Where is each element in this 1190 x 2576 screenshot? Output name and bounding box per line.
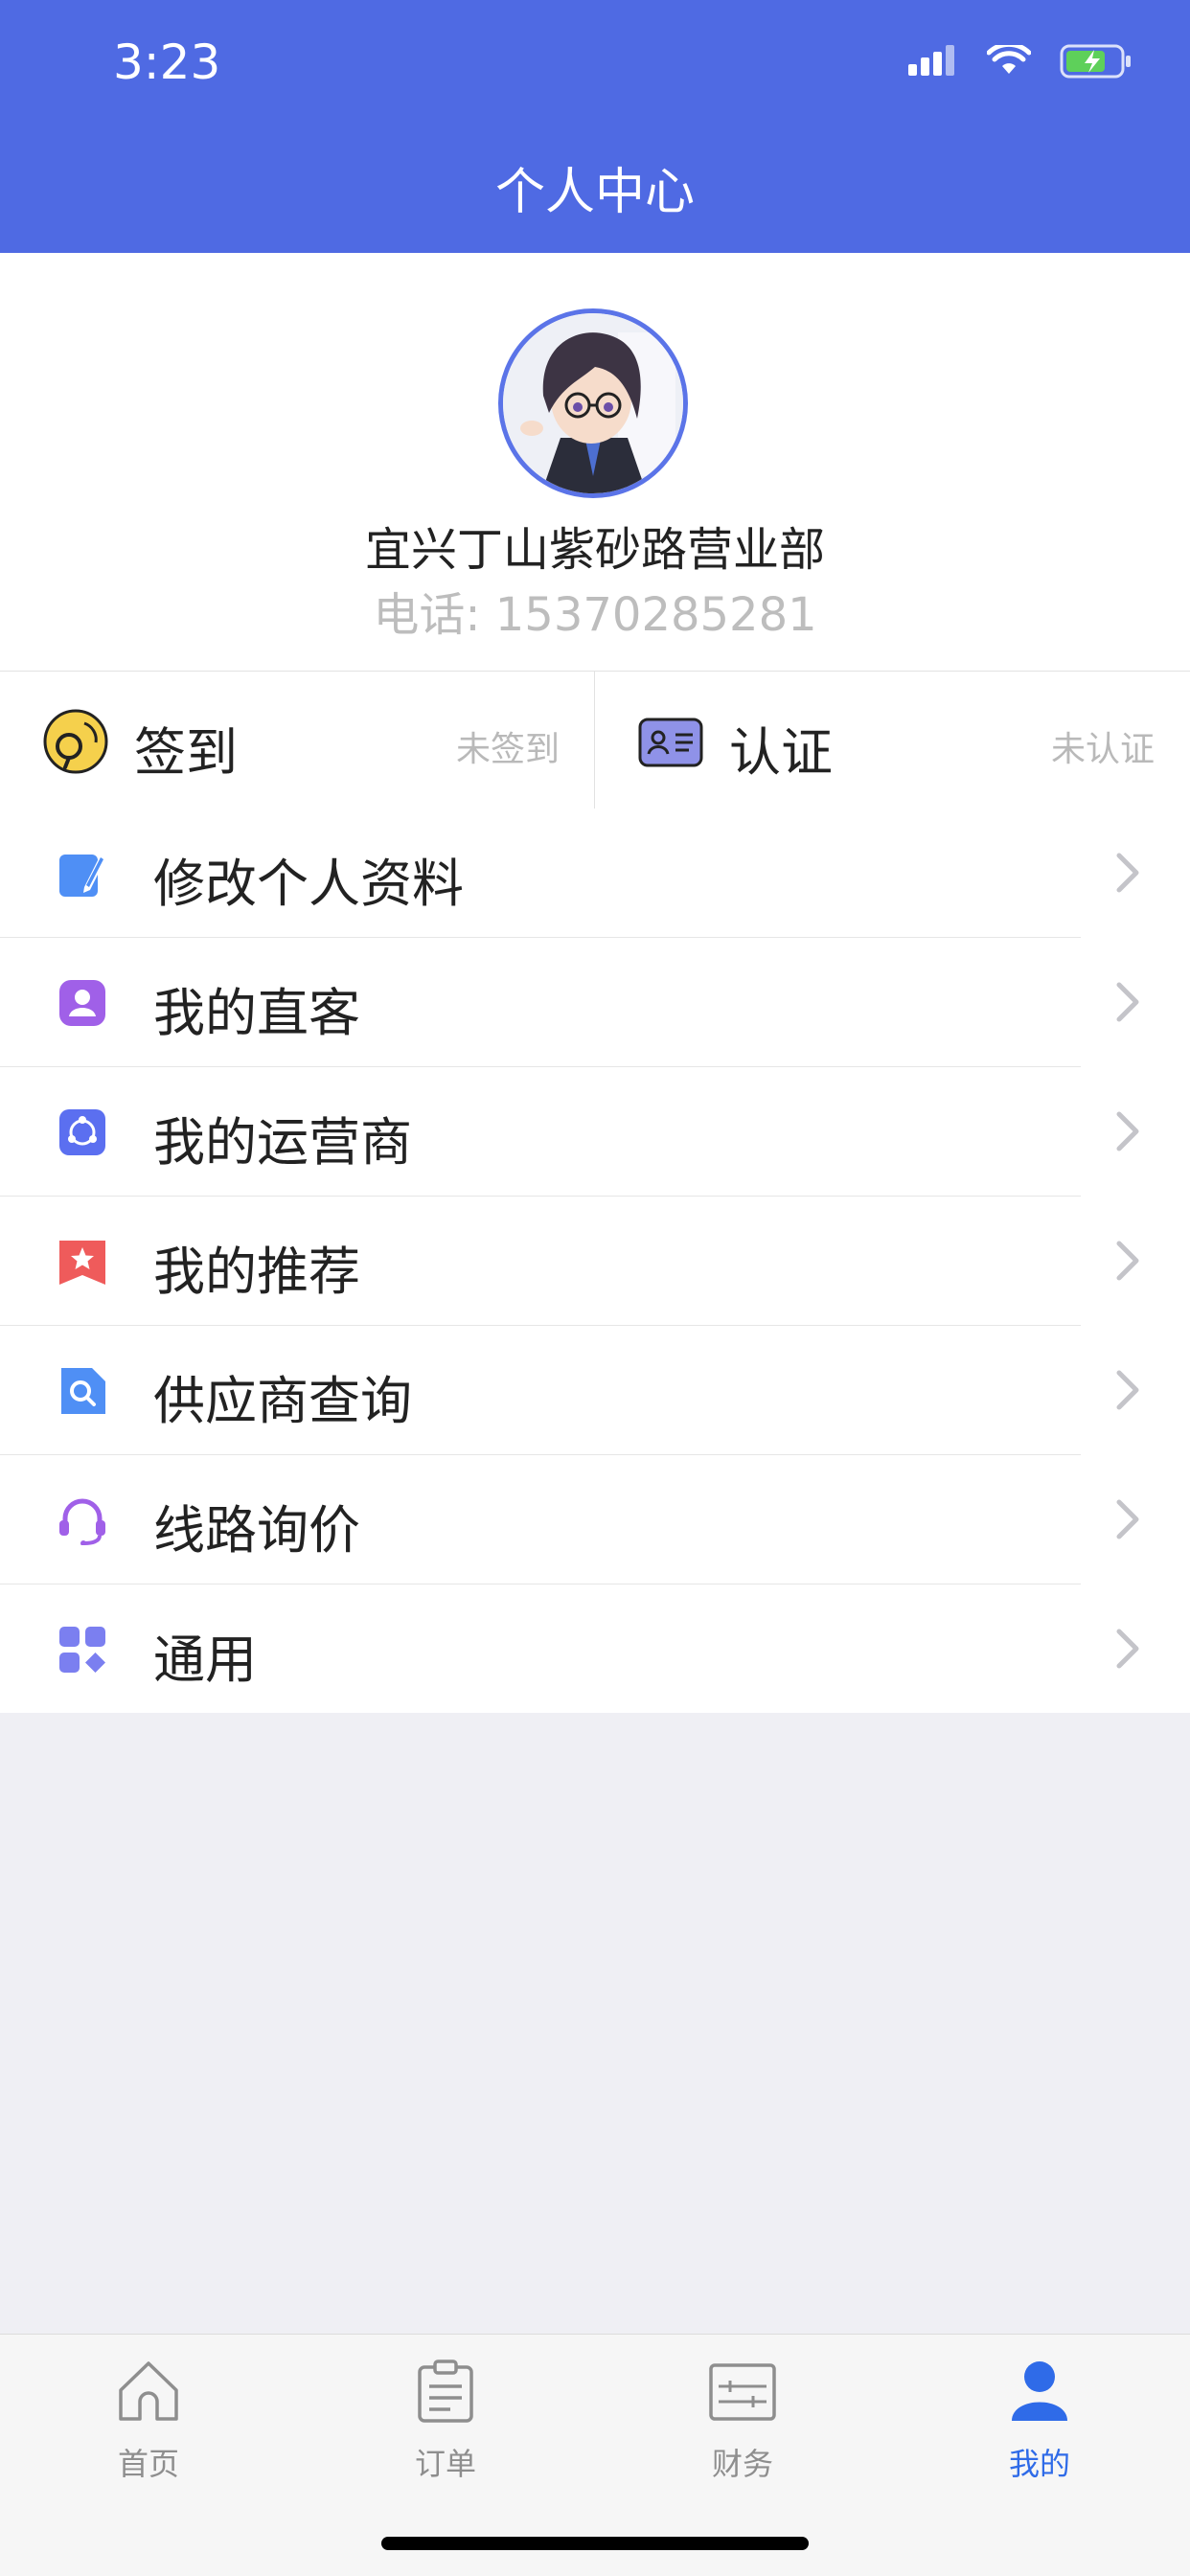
certification-button[interactable]: 认证 未认证 [595, 672, 1189, 809]
chevron-right-icon [1116, 1241, 1139, 1281]
person-icon [1012, 2361, 1067, 2421]
menu-label: 通用 [153, 1630, 257, 1690]
certification-status: 未认证 [1050, 730, 1155, 769]
sign-in-icon [43, 709, 108, 774]
chevron-right-icon [1116, 853, 1139, 893]
menu-label: 线路询价 [153, 1500, 360, 1561]
signal-icon [908, 45, 954, 76]
battery-icon [1060, 44, 1131, 79]
wifi-icon [987, 45, 1031, 74]
action-row: 签到 未签到 认证 未认证 [0, 671, 1190, 809]
user-icon [59, 980, 105, 1026]
header: 3:23 个人中心 [0, 0, 1190, 253]
status-icons [908, 44, 1133, 79]
chevron-right-icon [1116, 1111, 1139, 1151]
chevron-right-icon [1116, 1499, 1139, 1539]
menu-label: 我的运营商 [153, 1112, 412, 1173]
chevron-right-icon [1116, 1370, 1139, 1410]
home-icon [119, 2361, 178, 2421]
status-time: 3:23 [113, 34, 221, 90]
store-name: 宜兴丁山紫砂路营业部 [364, 523, 825, 577]
profile-card: 宜兴丁山紫砂路营业部 电话: 15370285281 [0, 253, 1190, 671]
chevron-right-icon [1116, 1629, 1139, 1669]
phone-number: 电话: 15370285281 [373, 588, 817, 642]
avatar[interactable] [498, 308, 688, 498]
search-doc-icon [61, 1368, 105, 1414]
tab-me[interactable]: 我的 [891, 2335, 1188, 2497]
menu-list: 修改个人资料 我的直客 我的运营商 我的推荐 供应商查询 线路询价 通用 [0, 809, 1190, 1713]
edit-icon [59, 855, 105, 897]
menu-item-supplier-search[interactable]: 供应商查询 [0, 1326, 1190, 1455]
page-title: 个人中心 [494, 164, 695, 221]
menu-item-edit-profile[interactable]: 修改个人资料 [0, 809, 1190, 938]
grid-icon [59, 1627, 105, 1673]
menu-item-direct-clients[interactable]: 我的直客 [0, 938, 1190, 1067]
sign-in-label: 签到 [134, 722, 238, 783]
menu-item-general[interactable]: 通用 [0, 1584, 1190, 1713]
clipboard-icon [418, 2359, 473, 2423]
menu-label: 供应商查询 [153, 1371, 412, 1431]
finance-icon [709, 2363, 776, 2421]
tab-label: 订单 [414, 2446, 476, 2482]
share-icon [59, 1109, 105, 1155]
tab-label: 首页 [117, 2446, 179, 2482]
sign-in-button[interactable]: 签到 未签到 [0, 672, 595, 809]
menu-label: 我的推荐 [153, 1242, 360, 1302]
home-indicator[interactable] [381, 2537, 809, 2550]
tab-label: 财务 [711, 2446, 773, 2482]
tab-label: 我的 [1008, 2446, 1070, 2482]
star-bookmark-icon [59, 1241, 105, 1285]
avatar-image [503, 313, 683, 493]
chevron-right-icon [1116, 982, 1139, 1022]
menu-item-operators[interactable]: 我的运营商 [0, 1067, 1190, 1197]
menu-label: 修改个人资料 [153, 854, 464, 914]
tab-home[interactable]: 首页 [0, 2335, 297, 2497]
menu-item-route-inquiry[interactable]: 线路询价 [0, 1455, 1190, 1584]
tab-orders[interactable]: 订单 [297, 2335, 594, 2497]
sign-in-status: 未签到 [455, 730, 560, 769]
menu-label: 我的直客 [153, 983, 360, 1043]
tab-finance[interactable]: 财务 [594, 2335, 891, 2497]
menu-item-recommendations[interactable]: 我的推荐 [0, 1197, 1190, 1326]
headset-icon [59, 1498, 105, 1545]
id-card-icon [638, 718, 703, 767]
certification-label: 认证 [729, 722, 833, 783]
